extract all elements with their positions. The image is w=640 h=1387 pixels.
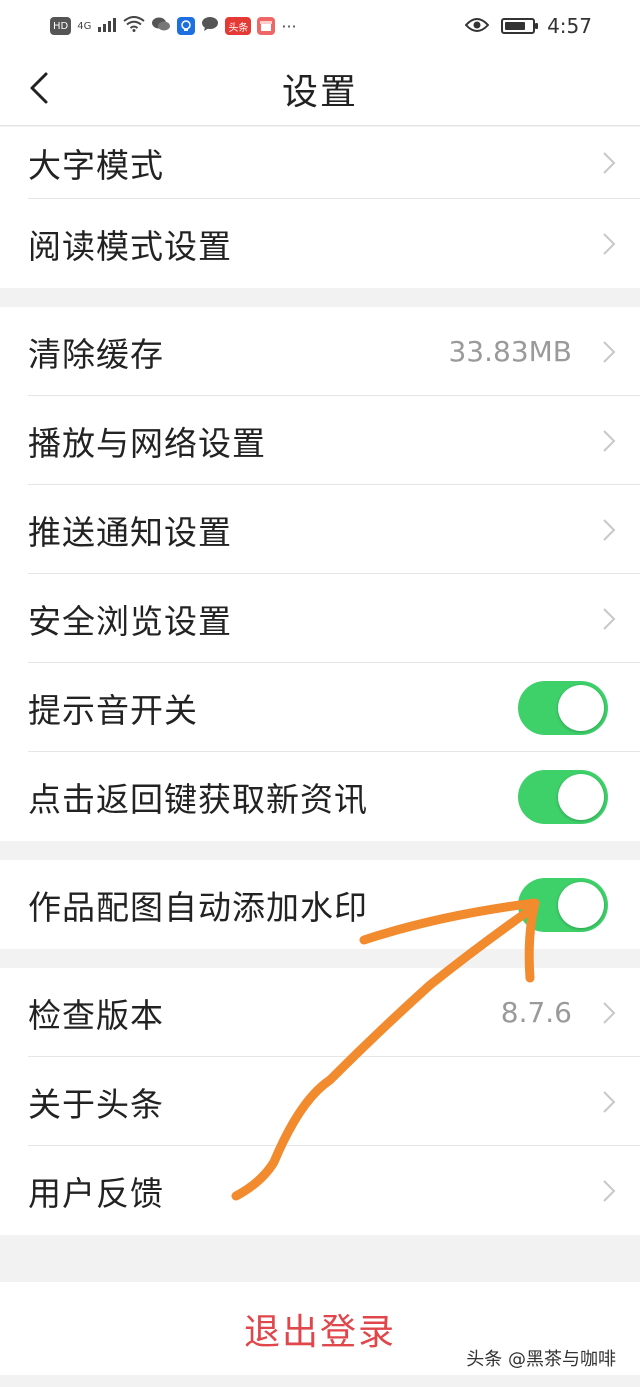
wifi-icon — [123, 16, 145, 36]
chevron-right-icon — [603, 1090, 616, 1113]
row-label: 清除缓存 — [28, 334, 164, 374]
network-type: 4G — [77, 20, 92, 32]
chevron-right-icon — [603, 518, 616, 541]
wechat-icon — [151, 16, 171, 36]
row-label: 阅读模式设置 — [28, 226, 232, 266]
image-watermark: 头条 @黑茶与咖啡 — [466, 1349, 616, 1370]
reading-mode-settings-row[interactable]: 阅读模式设置 — [0, 199, 640, 288]
row-label: 提示音开关 — [28, 690, 198, 730]
store-icon — [257, 17, 276, 35]
user-feedback-row[interactable]: 用户反馈 — [0, 1146, 640, 1235]
row-label: 检查版本 — [28, 995, 164, 1035]
back-arrow-icon — [30, 72, 48, 104]
cache-size-value: 33.83MB — [448, 335, 572, 368]
page-title: 设置 — [281, 71, 358, 113]
version-value: 8.7.6 — [500, 996, 572, 1029]
playback-network-settings-row[interactable]: 播放与网络设置 — [0, 396, 640, 485]
clear-cache-row[interactable]: 清除缓存 33.83MB — [0, 307, 640, 396]
toutiao-app-icon: 头条 — [225, 17, 252, 35]
hd-indicator: HD — [50, 17, 72, 35]
chevron-right-icon — [603, 152, 616, 174]
row-label: 作品配图自动添加水印 — [28, 887, 368, 927]
chevron-right-icon — [603, 1001, 616, 1024]
toggle-knob — [558, 684, 604, 731]
eye-comfort-icon — [464, 14, 490, 38]
signal-icon — [97, 16, 117, 36]
status-right: 4:57 — [464, 14, 592, 38]
watermark-section: 作品配图自动添加水印 — [0, 860, 640, 949]
back-refresh-toggle-row: 点击返回键获取新资讯 — [0, 752, 640, 841]
about-toutiao-row[interactable]: 关于头条 — [0, 1057, 640, 1146]
row-label: 点击返回键获取新资讯 — [28, 779, 368, 819]
row-label: 推送通知设置 — [28, 512, 232, 552]
status-bar: HD 4G 头条 ··· 4:57 — [0, 0, 640, 52]
general-settings-section: 清除缓存 33.83MB 播放与网络设置 推送通知设置 安全浏览设置 提示音开关… — [0, 307, 640, 841]
back-refresh-toggle[interactable] — [518, 769, 608, 824]
row-label: 用户反馈 — [28, 1173, 164, 1213]
safe-browsing-settings-row[interactable]: 安全浏览设置 — [0, 574, 640, 663]
more-notifications-icon: ··· — [281, 16, 297, 36]
toggle-knob — [558, 773, 604, 820]
display-settings-section: 大字模式 阅读模式设置 — [0, 127, 640, 288]
message-icon — [201, 16, 219, 36]
clock: 4:57 — [547, 14, 592, 38]
chevron-right-icon — [603, 340, 616, 363]
logout-label: 退出登录 — [243, 1311, 396, 1353]
chevron-right-icon — [603, 232, 616, 255]
push-notification-settings-row[interactable]: 推送通知设置 — [0, 485, 640, 574]
chevron-right-icon — [603, 429, 616, 452]
auto-watermark-toggle-row: 作品配图自动添加水印 — [0, 860, 640, 949]
status-icons: HD 4G 头条 ··· — [50, 16, 297, 36]
back-button[interactable] — [22, 68, 62, 108]
battery-icon — [501, 18, 539, 34]
row-label: 关于头条 — [28, 1084, 164, 1124]
nav-bar: 设置 — [0, 52, 640, 126]
sound-toggle-row: 提示音开关 — [0, 663, 640, 752]
chevron-right-icon — [603, 1179, 616, 1202]
row-label: 安全浏览设置 — [28, 601, 232, 641]
auto-watermark-toggle[interactable] — [518, 877, 608, 932]
lightbulb-icon — [177, 17, 196, 35]
toggle-knob — [558, 881, 604, 928]
row-label: 播放与网络设置 — [28, 423, 266, 463]
about-section: 检查版本 8.7.6 关于头条 用户反馈 — [0, 968, 640, 1235]
chevron-right-icon — [603, 607, 616, 630]
large-font-mode-row[interactable]: 大字模式 — [0, 127, 640, 199]
sound-toggle[interactable] — [518, 680, 608, 735]
row-label: 大字模式 — [28, 146, 164, 185]
check-version-row[interactable]: 检查版本 8.7.6 — [0, 968, 640, 1057]
